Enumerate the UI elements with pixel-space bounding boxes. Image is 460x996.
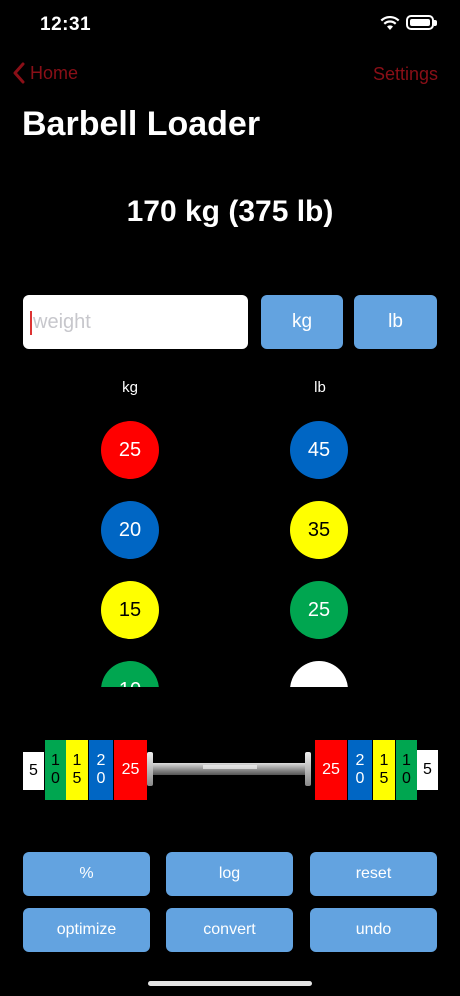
text-caret [30,311,32,335]
lb-plate-list[interactable]: 45 35 25 [269,405,369,687]
barbell-plate-left-5: 5 [23,752,44,790]
barbell-plate-digit: 1 [379,752,389,769]
chevron-left-icon [13,62,25,84]
wifi-icon [380,16,400,30]
weight-input[interactable] [23,295,248,349]
battery-icon [406,15,437,30]
barbell-plate-digit: 0 [96,770,106,787]
log-button[interactable]: log [166,852,293,896]
barbell-plate-left-10: 10 [45,740,66,800]
barbell-knurl [203,765,257,769]
status-time: 12:31 [40,14,92,35]
kg-plate-25[interactable]: 25 [101,421,159,479]
kg-plate-20[interactable]: 20 [101,501,159,559]
lb-button[interactable]: lb [354,295,437,349]
back-button[interactable]: Home [12,62,78,84]
barbell-plate-digit: 1 [402,752,411,769]
barbell-plate-label: 5 [423,761,432,778]
barbell-plate-right-15: 15 [373,740,395,800]
barbell-plate-digit: 0 [51,770,60,787]
barbell-plate-digit: 0 [355,770,365,787]
barbell-plate-left-25: 25 [114,740,147,800]
barbell-collar-right [305,752,311,786]
undo-button[interactable]: undo [310,908,437,952]
lb-plate-35[interactable]: 35 [290,501,348,559]
barbell-plate-label: 25 [322,761,340,778]
percent-button[interactable]: % [23,852,150,896]
kg-plate-10[interactable]: 10 [101,661,159,687]
kg-column-heading: kg [122,379,138,396]
barbell-plate-digit: 1 [72,752,82,769]
barbell-collar-left [147,752,153,786]
barbell-plate-right-20: 20 [348,740,372,800]
barbell-plate-digit: 2 [355,752,365,769]
home-indicator [148,981,312,986]
barbell-plate-left-15: 15 [66,740,88,800]
barbell-plate-digit: 5 [379,770,389,787]
barbell-plate-digit: 5 [72,770,82,787]
barbell-plate-right-10: 10 [396,740,417,800]
kg-plate-list[interactable]: 25 20 15 10 [80,405,180,687]
settings-link[interactable]: Settings [373,64,438,85]
kg-plate-15[interactable]: 15 [101,581,159,639]
barbell-plate-left-20: 20 [89,740,113,800]
convert-button[interactable]: convert [166,908,293,952]
barbell-plate-digit: 1 [51,752,60,769]
page-title: Barbell Loader [22,105,261,143]
lb-plate-45[interactable]: 45 [290,421,348,479]
barbell-plate-label: 25 [121,761,140,778]
barbell-plate-label: 5 [29,762,38,779]
weight-summary: 170 kg (375 lb) [126,195,334,228]
back-label: Home [30,62,79,83]
optimize-button[interactable]: optimize [23,908,150,952]
barbell-plate-digit: 0 [402,770,411,787]
barbell-plate-right-5: 5 [417,750,438,790]
lb-plate-25[interactable]: 25 [290,581,348,639]
lb-plate-small[interactable] [290,661,348,687]
barbell-plate-digit: 2 [96,752,106,769]
kg-button[interactable]: kg [261,295,343,349]
lb-column-heading: lb [314,379,326,396]
reset-button[interactable]: reset [310,852,437,896]
barbell-plate-right-25: 25 [315,740,347,800]
